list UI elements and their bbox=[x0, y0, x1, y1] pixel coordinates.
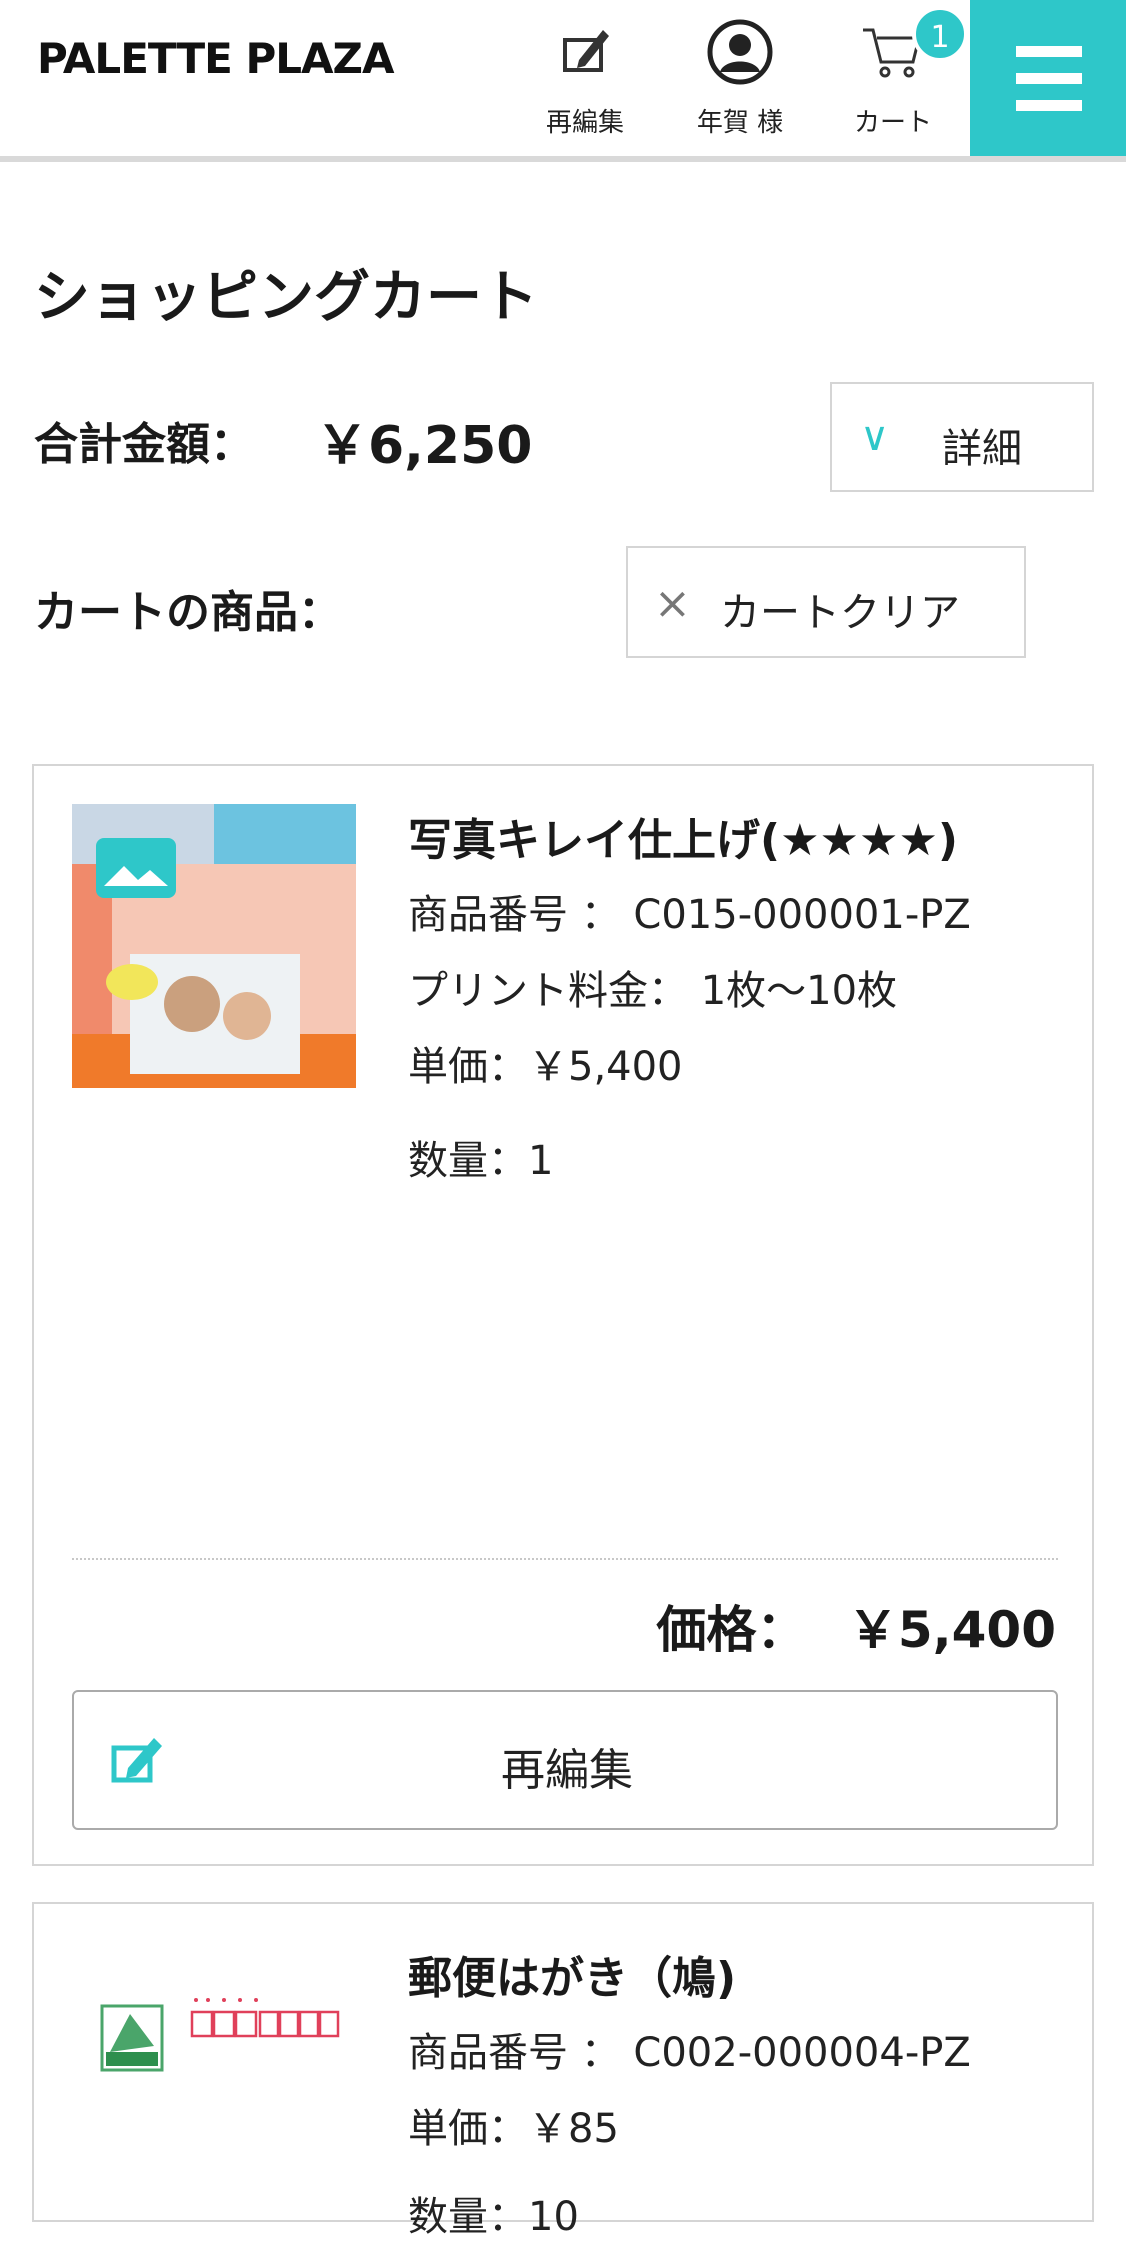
total-value: ￥6,250 bbox=[316, 416, 533, 476]
header-cart-label: カート bbox=[853, 108, 932, 138]
item-unit-price: 単価：￥85 bbox=[408, 2106, 619, 2152]
reedit-label: 再編集 bbox=[501, 1745, 633, 1796]
edit-icon bbox=[563, 30, 609, 72]
photo-product-image bbox=[72, 804, 356, 1088]
header-reedit-button[interactable]: 再編集 bbox=[525, 18, 645, 148]
clear-cart-label: カートクリア bbox=[720, 590, 960, 636]
item-price-label: 価格： bbox=[656, 1601, 807, 1659]
item-name[interactable]: 郵便はがき（鳩) bbox=[408, 1942, 736, 2006]
hamburger-menu-button[interactable] bbox=[970, 0, 1126, 156]
cart-items-label: カートの商品： bbox=[34, 587, 342, 638]
page-title: ショッピングカート bbox=[34, 265, 538, 330]
item-name[interactable]: 写真キレイ仕上げ(★★★★) bbox=[408, 804, 958, 868]
header-reedit-label: 再編集 bbox=[545, 108, 624, 138]
header-user-button[interactable]: 年賀 様 bbox=[680, 18, 800, 148]
postcard-product-image bbox=[100, 1998, 340, 2072]
item-product-number: 商品番号 ： C015-000001-PZ bbox=[408, 892, 971, 938]
clear-cart-button[interactable]: × カートクリア bbox=[626, 546, 1026, 658]
cart-count-badge: 1 bbox=[912, 6, 968, 62]
cart-item: 写真キレイ仕上げ(★★★★) 商品番号 ： C015-000001-PZ プリン… bbox=[32, 764, 1094, 1866]
item-quantity: 数量：1 bbox=[408, 1138, 554, 1184]
site-header: PALETTE PLAZA 再編集 年賀 様 カート 1 bbox=[0, 0, 1126, 162]
cart-item: 郵便はがき（鳩) 商品番号 ： C002-000004-PZ 単価：￥85 数量… bbox=[32, 1902, 1094, 2240]
chevron-down-icon: ∨ bbox=[860, 414, 890, 460]
product-thumbnail[interactable] bbox=[72, 1942, 356, 2226]
item-quantity: 数量：10 bbox=[408, 2194, 579, 2240]
details-toggle-button[interactable]: ∨ 詳細 bbox=[830, 382, 1094, 492]
menu-icon-bar bbox=[1016, 73, 1082, 84]
product-thumbnail[interactable] bbox=[72, 804, 356, 1088]
details-label: 詳細 bbox=[942, 426, 1022, 472]
reedit-button[interactable]: 再編集 bbox=[72, 1690, 1058, 1830]
close-icon: × bbox=[654, 578, 691, 629]
total-label: 合計金額： bbox=[34, 419, 254, 470]
user-icon bbox=[707, 19, 773, 85]
menu-icon bbox=[1016, 46, 1082, 57]
site-logo[interactable]: PALETTE PLAZA bbox=[37, 34, 394, 83]
item-unit-price: 単価：￥5,400 bbox=[408, 1044, 683, 1090]
item-price: 価格： ￥5,400 bbox=[656, 1590, 1056, 1662]
item-divider bbox=[72, 1558, 1058, 1560]
menu-icon-bar bbox=[1016, 100, 1082, 111]
item-print-fee: プリント料金： 1枚～10枚 bbox=[408, 968, 898, 1014]
item-price-value: ￥5,400 bbox=[847, 1601, 1056, 1659]
header-user-label: 年賀 様 bbox=[696, 108, 784, 138]
item-product-number: 商品番号 ： C002-000004-PZ bbox=[408, 2030, 971, 2076]
